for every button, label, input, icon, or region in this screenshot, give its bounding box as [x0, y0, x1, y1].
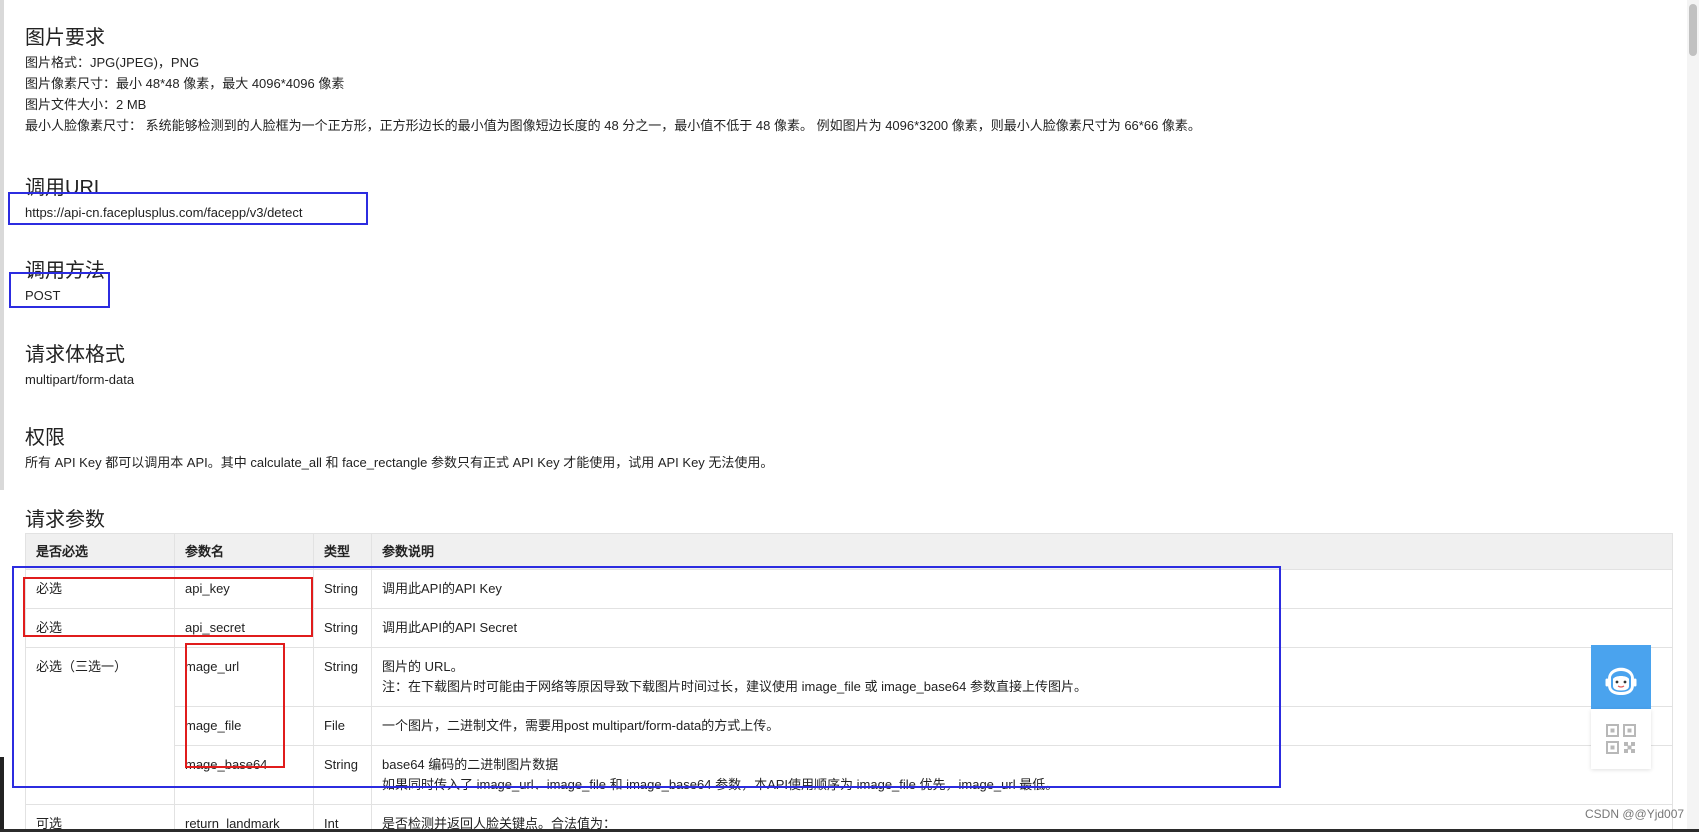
doc-content: 图片要求 图片格式：JPG(JPEG)，PNG 图片像素尺寸：最小 48*48 …: [25, 24, 1675, 560]
cell-type: Int: [313, 804, 372, 832]
section-image-requirements: 图片要求 图片格式：JPG(JPEG)，PNG 图片像素尺寸：最小 48*48 …: [25, 24, 1675, 136]
api-key-secret-highlight-box: [23, 577, 313, 637]
section-title-image-requirements: 图片要求: [25, 27, 105, 49]
qr-code-button[interactable]: [1591, 709, 1651, 769]
image-format-line: 图片格式：JPG(JPEG)，PNG: [25, 55, 200, 70]
csdn-watermark: CSDN @@Yjd007: [1585, 807, 1685, 821]
header-type: 类型: [313, 533, 372, 570]
section-title-method: 调用方法: [25, 260, 105, 282]
page-scrollbar[interactable]: [1687, 0, 1699, 832]
image-params-highlight-box: [185, 643, 285, 768]
customer-service-button[interactable]: [1591, 645, 1651, 709]
header-required: 是否必选: [25, 533, 175, 570]
floating-side-widget: [1591, 645, 1651, 769]
body-format-value: multipart/form-data: [25, 372, 135, 387]
cell-required: 可选: [25, 804, 175, 832]
section-title-body-format: 请求体格式: [25, 344, 125, 366]
customer-service-avatar-icon: [1605, 667, 1637, 695]
permission-value: 所有 API Key 都可以调用本 API。其中 calculate_all 和…: [25, 455, 774, 470]
method-value: POST: [25, 288, 61, 303]
qr-code-icon: [1606, 724, 1636, 754]
doc-page: 图片要求 图片格式：JPG(JPEG)，PNG 图片像素尺寸：最小 48*48 …: [0, 0, 1699, 832]
header-param-name: 参数名: [174, 533, 314, 570]
image-pixel-size-line: 图片像素尺寸：最小 48*48 像素，最大 4096*4096 像素: [25, 76, 345, 91]
left-edge-dark: [0, 757, 4, 832]
cell-description: 是否检测并返回人脸关键点。合法值为：: [371, 804, 1673, 832]
section-params: 请求参数: [25, 506, 1675, 534]
table-row: 可选 return_landmark Int 是否检测并返回人脸关键点。合法值为…: [25, 804, 1673, 832]
header-description: 参数说明: [371, 533, 1673, 570]
min-face-size-line: 最小人脸像素尺寸： 系统能够检测到的人脸框为一个正方形，正方形边长的最小值为图像…: [25, 118, 1201, 133]
section-title-permission: 权限: [25, 427, 65, 449]
cell-param-name: return_landmark: [174, 804, 314, 832]
left-edge-strip: [0, 0, 4, 490]
section-permission: 权限 所有 API Key 都可以调用本 API。其中 calculate_al…: [25, 424, 1675, 473]
section-method: 调用方法 POST: [25, 257, 1675, 306]
section-title-params: 请求参数: [25, 509, 105, 531]
url-highlight-box: [8, 192, 368, 225]
method-highlight-box: [9, 272, 110, 308]
table-header-row: 是否必选 参数名 类型 参数说明: [25, 533, 1673, 570]
section-body-format: 请求体格式 multipart/form-data: [25, 341, 1675, 390]
image-file-size-line: 图片文件大小：2 MB: [25, 97, 147, 112]
scrollbar-thumb[interactable]: [1689, 4, 1697, 56]
